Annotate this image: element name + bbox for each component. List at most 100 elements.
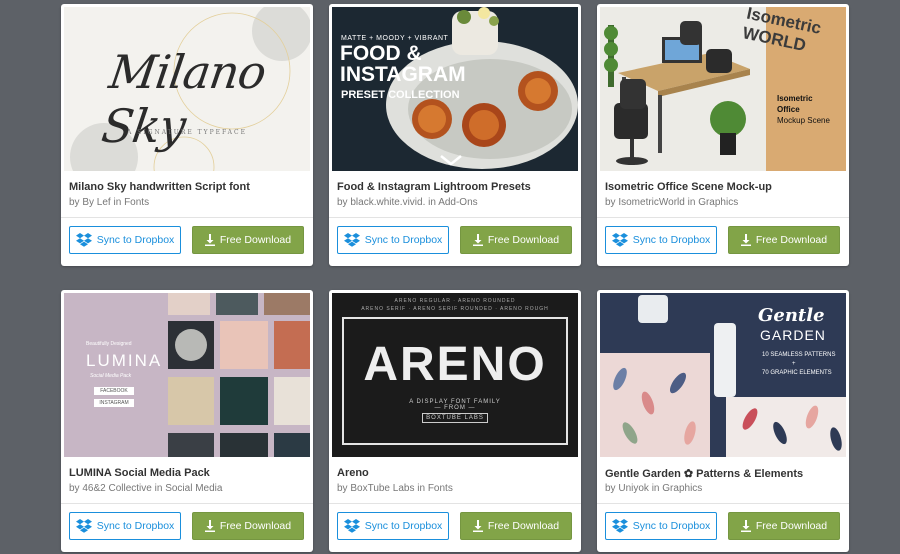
thumb-heading-a: Isometric xyxy=(777,94,813,103)
product-title[interactable]: Milano Sky handwritten Script font xyxy=(69,181,250,193)
thumb-name-a: Gentle xyxy=(758,305,825,326)
sync-to-dropbox-button[interactable]: Sync to Dropbox xyxy=(605,512,717,540)
dropbox-icon xyxy=(75,233,92,247)
sync-label: Sync to Dropbox xyxy=(96,234,175,246)
category-link[interactable]: Graphics xyxy=(698,197,738,208)
category-link[interactable]: Add-Ons xyxy=(438,197,477,208)
divider xyxy=(597,503,849,504)
thumb-heading-b: Office xyxy=(777,105,800,114)
thumb-pill-instagram: INSTAGRAM xyxy=(94,399,134,407)
divider xyxy=(61,217,313,218)
in-label: in xyxy=(651,483,660,494)
author-link[interactable]: black.white.vivid. xyxy=(350,197,425,208)
product-title[interactable]: Gentle Garden ✿ Patterns & Elements xyxy=(605,467,803,480)
by-label: by xyxy=(337,197,348,208)
sync-label: Sync to Dropbox xyxy=(364,520,443,532)
chevron-down-icon xyxy=(439,153,463,171)
product-card: ARENO REGULAR · ARENO ROUNDED ARENO SERIF… xyxy=(329,290,581,552)
product-meta: by By Lef in Fonts xyxy=(69,197,149,208)
thumb-name: ARENO xyxy=(363,338,547,391)
divider xyxy=(597,217,849,218)
in-label: in xyxy=(113,197,122,208)
free-download-button[interactable]: Free Download xyxy=(192,512,304,540)
thumb-small: Beautifully Designed xyxy=(86,341,132,347)
download-icon xyxy=(204,520,215,532)
product-card: Milano Sky A SIGNATURE TYPEFACE Milano S… xyxy=(61,4,313,266)
free-download-button[interactable]: Free Download xyxy=(460,512,572,540)
sync-to-dropbox-button[interactable]: Sync to Dropbox xyxy=(337,226,449,254)
download-label: Free Download xyxy=(487,520,560,532)
download-icon xyxy=(740,234,751,246)
category-link[interactable]: Graphics xyxy=(662,483,702,494)
author-link[interactable]: Uniyok xyxy=(618,483,649,494)
download-label: Free Download xyxy=(487,234,560,246)
sync-label: Sync to Dropbox xyxy=(96,520,175,532)
product-thumbnail[interactable]: Milano Sky A SIGNATURE TYPEFACE xyxy=(64,7,310,171)
author-link[interactable]: By Lef xyxy=(82,197,110,208)
sync-to-dropbox-button[interactable]: Sync to Dropbox xyxy=(69,512,181,540)
sync-to-dropbox-button[interactable]: Sync to Dropbox xyxy=(605,226,717,254)
free-download-button[interactable]: Free Download xyxy=(192,226,304,254)
dropbox-icon xyxy=(343,233,360,247)
sync-to-dropbox-button[interactable]: Sync to Dropbox xyxy=(337,512,449,540)
sync-label: Sync to Dropbox xyxy=(632,234,711,246)
product-card: Gentle GARDEN 10 SEAMLESS PATTERNS + 70 … xyxy=(597,290,849,552)
divider xyxy=(329,217,581,218)
product-thumbnail[interactable]: Isometric WORLD Isometric Office Mockup S… xyxy=(600,7,846,171)
sync-label: Sync to Dropbox xyxy=(632,520,711,532)
free-download-button[interactable]: Free Download xyxy=(728,226,840,254)
by-label: by xyxy=(605,483,616,494)
download-label: Free Download xyxy=(755,520,828,532)
product-title[interactable]: LUMINA Social Media Pack xyxy=(69,467,210,479)
product-title[interactable]: Areno xyxy=(337,467,369,479)
sync-to-dropbox-button[interactable]: Sync to Dropbox xyxy=(69,226,181,254)
divider xyxy=(61,503,313,504)
thumb-heading-c: Mockup Scene xyxy=(777,116,830,125)
free-download-button[interactable]: Free Download xyxy=(460,226,572,254)
dropbox-icon xyxy=(611,233,628,247)
product-meta: by 46&2 Collective in Social Media xyxy=(69,483,222,494)
divider xyxy=(329,503,581,504)
product-thumbnail[interactable]: Beautifully Designed LUMINA Social Media… xyxy=(64,293,310,457)
product-meta: by Uniyok in Graphics xyxy=(605,483,702,494)
author-link[interactable]: 46&2 Collective xyxy=(82,483,151,494)
product-meta: by IsometricWorld in Graphics xyxy=(605,197,738,208)
in-label: in xyxy=(154,483,163,494)
thumb-top-2: ARENO SERIF · ARENO SERIF ROUNDED · AREN… xyxy=(361,306,549,312)
category-link[interactable]: Social Media xyxy=(165,483,222,494)
thumb-tagline-2: — FROM — xyxy=(434,405,476,411)
thumb-detail-2: + xyxy=(792,361,796,367)
thumb-name: LUMINA xyxy=(86,351,163,370)
category-link[interactable]: Fonts xyxy=(428,483,453,494)
download-icon xyxy=(740,520,751,532)
download-icon xyxy=(472,234,483,246)
thumb-name-b: GARDEN xyxy=(760,327,826,343)
download-label: Free Download xyxy=(755,234,828,246)
thumb-pill-facebook: FACEBOOK xyxy=(94,387,134,395)
thumb-top-1: ARENO REGULAR · ARENO ROUNDED xyxy=(394,298,516,304)
dropbox-icon xyxy=(75,519,92,533)
thumb-headline: FOOD & INSTAGRAM xyxy=(340,43,466,85)
in-label: in xyxy=(428,197,436,208)
thumb-detail-3: 70 GRAPHIC ELEMENTS xyxy=(762,370,832,376)
product-title[interactable]: Food & Instagram Lightroom Presets xyxy=(337,181,531,193)
thumb-line-1: MATTE + MOODY + VIBRANT xyxy=(341,35,449,42)
thumb-detail-1: 10 SEAMLESS PATTERNS xyxy=(762,352,836,358)
dropbox-icon xyxy=(343,519,360,533)
thumb-panel-text: Isometric Office Mockup Scene xyxy=(777,93,830,126)
in-label: in xyxy=(687,197,696,208)
thumb-subtitle: A SIGNATURE TYPEFACE xyxy=(127,129,247,136)
product-thumbnail[interactable]: Gentle GARDEN 10 SEAMLESS PATTERNS + 70 … xyxy=(600,293,846,457)
author-link[interactable]: IsometricWorld xyxy=(618,197,685,208)
product-title[interactable]: Isometric Office Scene Mock-up xyxy=(605,181,772,193)
author-link[interactable]: BoxTube Labs xyxy=(350,483,414,494)
free-download-button[interactable]: Free Download xyxy=(728,512,840,540)
product-thumbnail[interactable]: ARENO REGULAR · ARENO ROUNDED ARENO SERIF… xyxy=(332,293,578,457)
category-link[interactable]: Fonts xyxy=(124,197,149,208)
product-card: Beautifully Designed LUMINA Social Media… xyxy=(61,290,313,552)
thumb-sub: Social Media Pack xyxy=(90,373,132,379)
product-card: MATTE + MOODY + VIBRANT FOOD & INSTAGRAM … xyxy=(329,4,581,266)
download-icon xyxy=(472,520,483,532)
product-thumbnail[interactable]: MATTE + MOODY + VIBRANT FOOD & INSTAGRAM … xyxy=(332,7,578,171)
download-label: Free Download xyxy=(219,520,292,532)
